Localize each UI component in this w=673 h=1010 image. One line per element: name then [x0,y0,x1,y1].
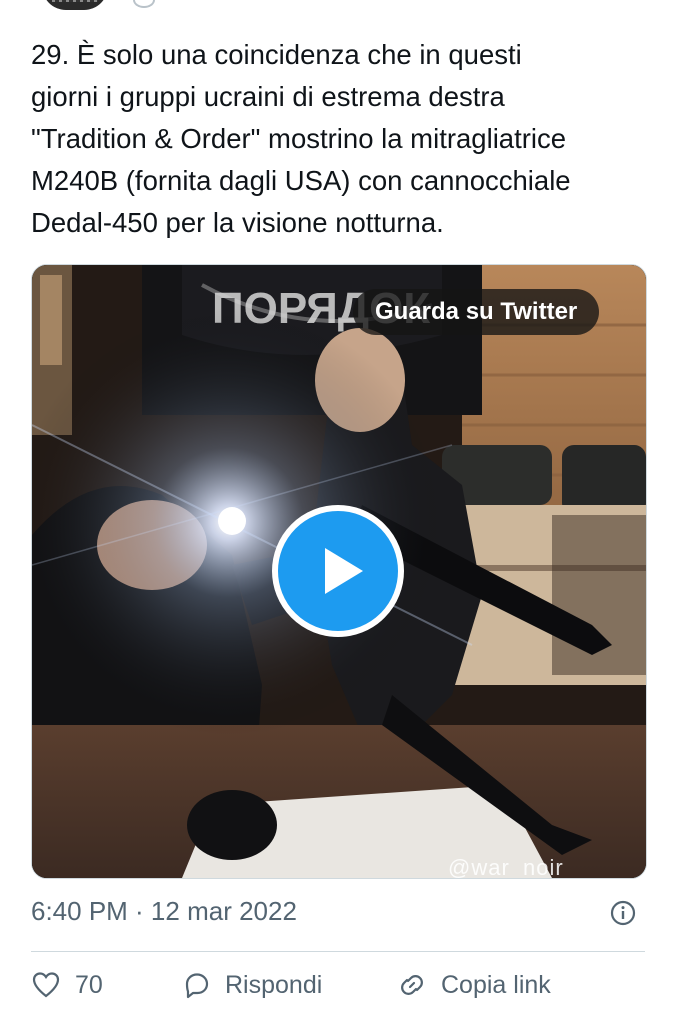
watch-on-twitter-button[interactable]: Guarda su Twitter [353,289,600,335]
reply-icon [185,973,209,999]
verified-badge-icon [133,0,155,8]
copy-link-button[interactable]: Copia link [397,970,551,1000]
divider [31,951,645,952]
tweet-actions: 70 Rispondi Copia link [31,970,645,1010]
like-count: 70 [75,971,103,999]
like-button[interactable]: 70 [31,970,103,1000]
link-icon [401,975,423,995]
video-player[interactable]: ПОРЯДОК Guarda su Twitter @war_noir [31,264,647,879]
play-button[interactable] [272,505,404,637]
tweet-timestamp[interactable]: 6:40 PM · 12 mar 2022 [31,896,297,927]
video-watermark: @war_noir [448,855,564,879]
info-icon[interactable] [610,900,636,926]
reply-label: Rispondi [225,971,323,999]
author-avatar[interactable] [42,0,108,10]
heart-icon [32,972,60,998]
reply-button[interactable]: Rispondi [181,970,322,1000]
copy-link-label: Copia link [441,971,551,999]
play-icon [325,548,363,594]
tweet-text: 29. È solo una coincidenza che in questi… [31,39,571,238]
